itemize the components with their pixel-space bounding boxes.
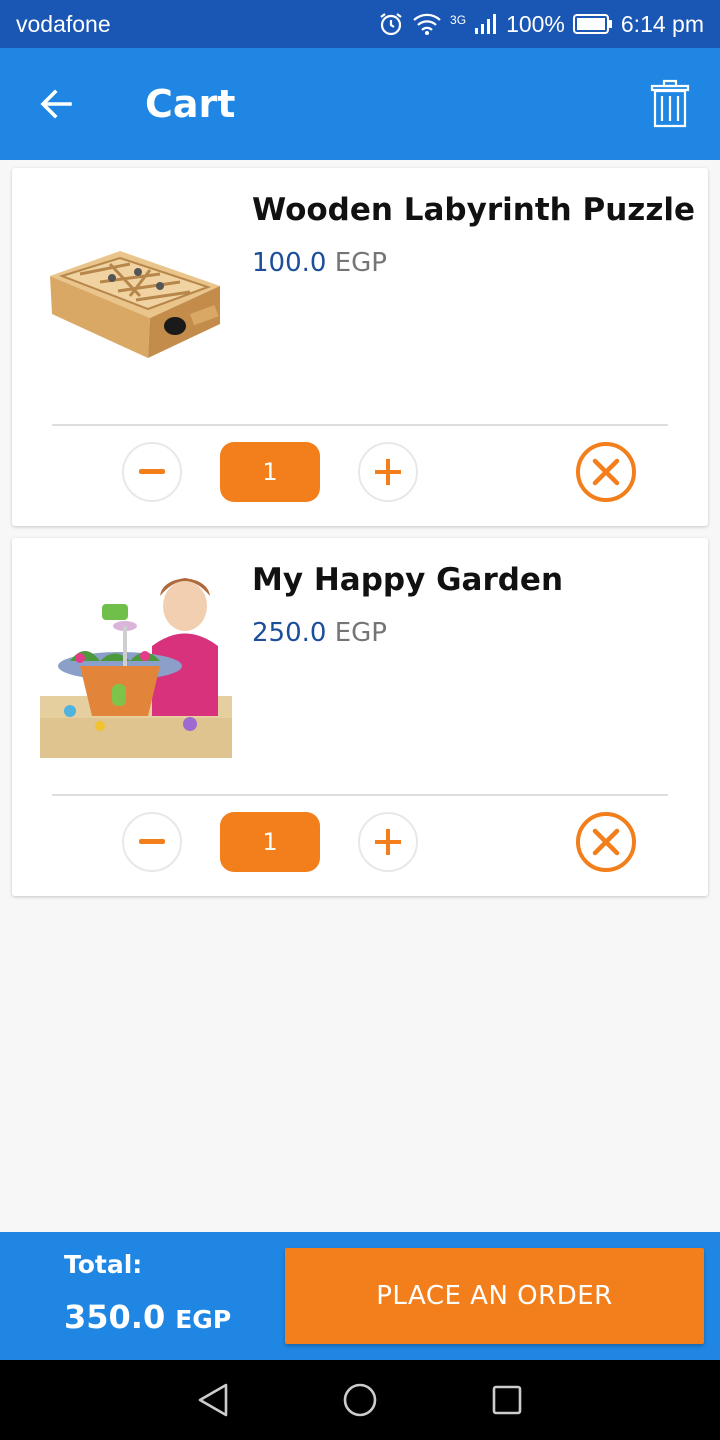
checkout-bar: Total: 350.0 EGP PLACE AN ORDER — [0, 1232, 720, 1360]
clock: 6:14 pm — [620, 10, 704, 37]
product-image-labyrinth[interactable] — [40, 196, 232, 388]
decrease-quantity-button[interactable] — [122, 442, 182, 502]
remove-item-button[interactable] — [574, 440, 638, 504]
square-recents-icon — [492, 1385, 521, 1415]
close-circle-icon — [576, 812, 636, 872]
total-value: 350.0 — [64, 1298, 166, 1336]
increase-quantity-button[interactable] — [358, 442, 418, 502]
divider — [52, 794, 668, 796]
item-price: 100.0 EGP — [252, 248, 387, 278]
trash-icon — [650, 79, 690, 128]
total-amount: 350.0 EGP — [64, 1298, 231, 1336]
quantity-value: 1 — [220, 812, 320, 872]
quantity-value: 1 — [220, 442, 320, 502]
price-currency: EGP — [334, 618, 387, 648]
status-icons: 3G 100% 6:14 pm — [378, 11, 704, 38]
place-order-button[interactable]: PLACE AN ORDER — [285, 1248, 704, 1344]
cart-item: My Happy Garden 250.0 EGP 1 — [12, 538, 708, 896]
nav-recents-button[interactable] — [467, 1360, 547, 1440]
minus-icon — [139, 469, 165, 474]
price-value: 250.0 — [252, 618, 327, 648]
app-bar: Cart — [0, 48, 720, 160]
item-name: My Happy Garden — [252, 562, 564, 598]
signal-icon — [475, 14, 497, 34]
price-currency: EGP — [334, 248, 387, 278]
battery-icon — [572, 14, 612, 34]
remove-item-button[interactable] — [574, 810, 638, 874]
item-name: Wooden Labyrinth Puzzle — [252, 192, 696, 228]
divider — [52, 424, 668, 426]
clear-cart-button[interactable] — [620, 48, 720, 160]
wifi-icon — [413, 13, 441, 35]
price-value: 100.0 — [252, 248, 327, 278]
item-price: 250.0 EGP — [252, 618, 387, 648]
network-type: 3G — [450, 12, 467, 27]
plus-icon — [375, 459, 401, 485]
minus-icon — [139, 839, 165, 844]
product-image-happy-garden[interactable] — [40, 566, 232, 758]
system-nav-bar — [0, 1360, 720, 1440]
carrier-name: vodafone — [16, 10, 111, 37]
plus-icon — [375, 829, 401, 855]
triangle-back-icon — [199, 1383, 228, 1417]
total-currency: EGP — [175, 1305, 232, 1334]
cart-item: Wooden Labyrinth Puzzle 100.0 EGP 1 — [12, 168, 708, 526]
page-title: Cart — [145, 82, 236, 126]
battery-percent: 100% — [506, 10, 565, 37]
decrease-quantity-button[interactable] — [122, 812, 182, 872]
nav-back-button[interactable] — [173, 1360, 253, 1440]
total-label: Total: — [64, 1250, 143, 1279]
status-bar: vodafone 3G 100% 6:14 pm — [0, 0, 720, 48]
increase-quantity-button[interactable] — [358, 812, 418, 872]
close-circle-icon — [576, 442, 636, 502]
circle-home-icon — [343, 1383, 377, 1417]
alarm-icon — [380, 13, 402, 36]
nav-home-button[interactable] — [320, 1360, 400, 1440]
